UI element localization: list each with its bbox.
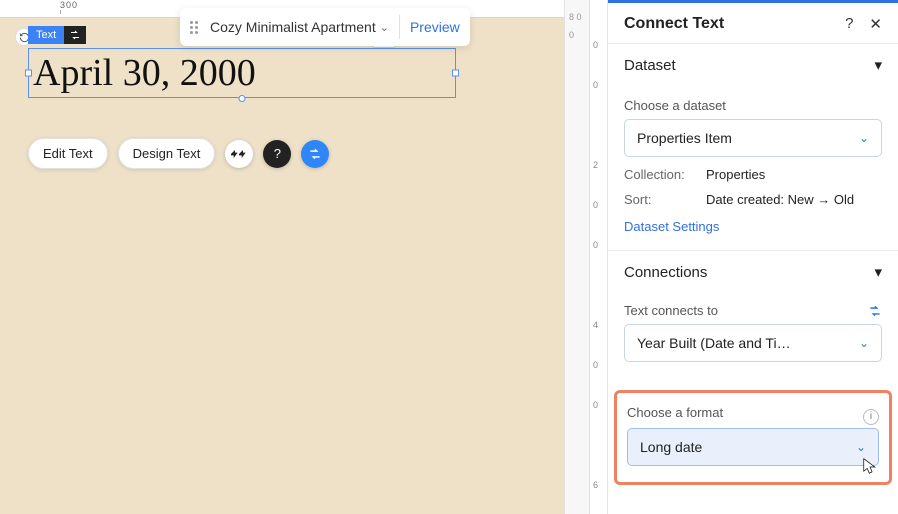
choose-format-box: Choose a format i Long date ⌄ — [614, 390, 892, 485]
help-icon[interactable]: ? — [845, 15, 853, 33]
format-select[interactable]: Long date ⌄ — [627, 428, 879, 466]
choose-format-label: Choose a format — [627, 405, 723, 420]
collection-key: Collection: — [624, 167, 700, 182]
connects-to-label: Text connects to — [624, 303, 718, 318]
caret-down-icon: ▾ — [874, 56, 882, 74]
close-icon[interactable]: ✕ — [869, 15, 882, 33]
connects-to-value: Year Built (Date and Ti… — [637, 335, 791, 351]
selected-text-element[interactable]: Text April 30, 2000 — [28, 48, 456, 98]
info-icon[interactable]: i — [863, 409, 879, 425]
selection-tag-label: Text — [28, 26, 64, 44]
format-select-value: Long date — [640, 439, 702, 455]
editor-canvas[interactable]: 300 Cozy Minimalist Apartment ⌄ Preview … — [0, 0, 564, 514]
section-dataset-body: Choose a dataset Properties Item ⌄ Colle… — [608, 86, 898, 250]
right-panel: Connect Text ? ✕ Dataset ▾ Choose a data… — [608, 0, 898, 514]
section-dataset-header[interactable]: Dataset ▾ — [608, 43, 898, 86]
resize-handle-right[interactable] — [452, 70, 459, 77]
dataset-settings-link[interactable]: Dataset Settings — [624, 219, 719, 234]
dataset-select[interactable]: Properties Item ⌄ — [624, 119, 882, 157]
sort-value: Date created: New → Old — [706, 192, 854, 207]
element-action-bar: Edit Text Design Text ? — [28, 138, 329, 169]
resize-handle-left[interactable] — [25, 70, 32, 77]
canvas-gutter: 8 0 0 — [564, 0, 590, 514]
panel-header: Connect Text ? ✕ — [608, 3, 898, 43]
divider — [399, 15, 400, 39]
choose-dataset-label: Choose a dataset — [624, 98, 882, 113]
selection-tag: Text — [28, 26, 86, 44]
data-connect-icon[interactable] — [64, 26, 86, 44]
connects-to-select[interactable]: Year Built (Date and Ti… ⌄ — [624, 324, 882, 362]
chevron-down-icon: ⌄ — [859, 131, 869, 145]
sort-row: Sort: Date created: New → Old — [624, 192, 882, 207]
collection-value: Properties — [706, 167, 765, 182]
page-name-dropdown[interactable]: Cozy Minimalist Apartment ⌄ — [210, 19, 389, 35]
help-button[interactable]: ? — [263, 140, 291, 168]
section-connections-header[interactable]: Connections ▾ — [608, 250, 898, 293]
caret-down-icon: ▾ — [874, 263, 882, 281]
animation-button[interactable] — [225, 140, 253, 168]
chevron-down-icon: ⌄ — [380, 21, 389, 34]
section-connections-body: Text connects to Year Built (Date and Ti… — [608, 293, 898, 376]
section-dataset-label: Dataset — [624, 57, 676, 74]
drag-handle-icon[interactable] — [190, 21, 200, 34]
resize-handle-bottom[interactable] — [239, 95, 246, 102]
page-name-label: Cozy Minimalist Apartment — [210, 19, 376, 35]
connect-data-button[interactable] — [301, 140, 329, 168]
collection-row: Collection: Properties — [624, 167, 882, 182]
edit-text-button[interactable]: Edit Text — [28, 138, 108, 169]
panel-title: Connect Text — [624, 15, 724, 33]
chevron-down-icon: ⌄ — [859, 336, 869, 350]
sync-icon[interactable] — [868, 304, 882, 318]
chevron-down-icon: ⌄ — [856, 440, 866, 454]
page-toolbar: Cozy Minimalist Apartment ⌄ Preview — [180, 8, 470, 46]
design-text-button[interactable]: Design Text — [118, 138, 216, 169]
dataset-select-value: Properties Item — [637, 130, 732, 146]
sort-key: Sort: — [624, 192, 700, 207]
text-content[interactable]: April 30, 2000 — [33, 51, 256, 95]
gutter-marks: 8 0 0 — [569, 8, 582, 44]
ruler-mark: 300 — [60, 0, 110, 10]
ruler-right: 0 0 2 0 0 4 0 0 6 — [590, 0, 608, 514]
section-connections-label: Connections — [624, 264, 707, 281]
cursor-icon — [863, 458, 877, 476]
preview-button[interactable]: Preview — [410, 19, 460, 35]
